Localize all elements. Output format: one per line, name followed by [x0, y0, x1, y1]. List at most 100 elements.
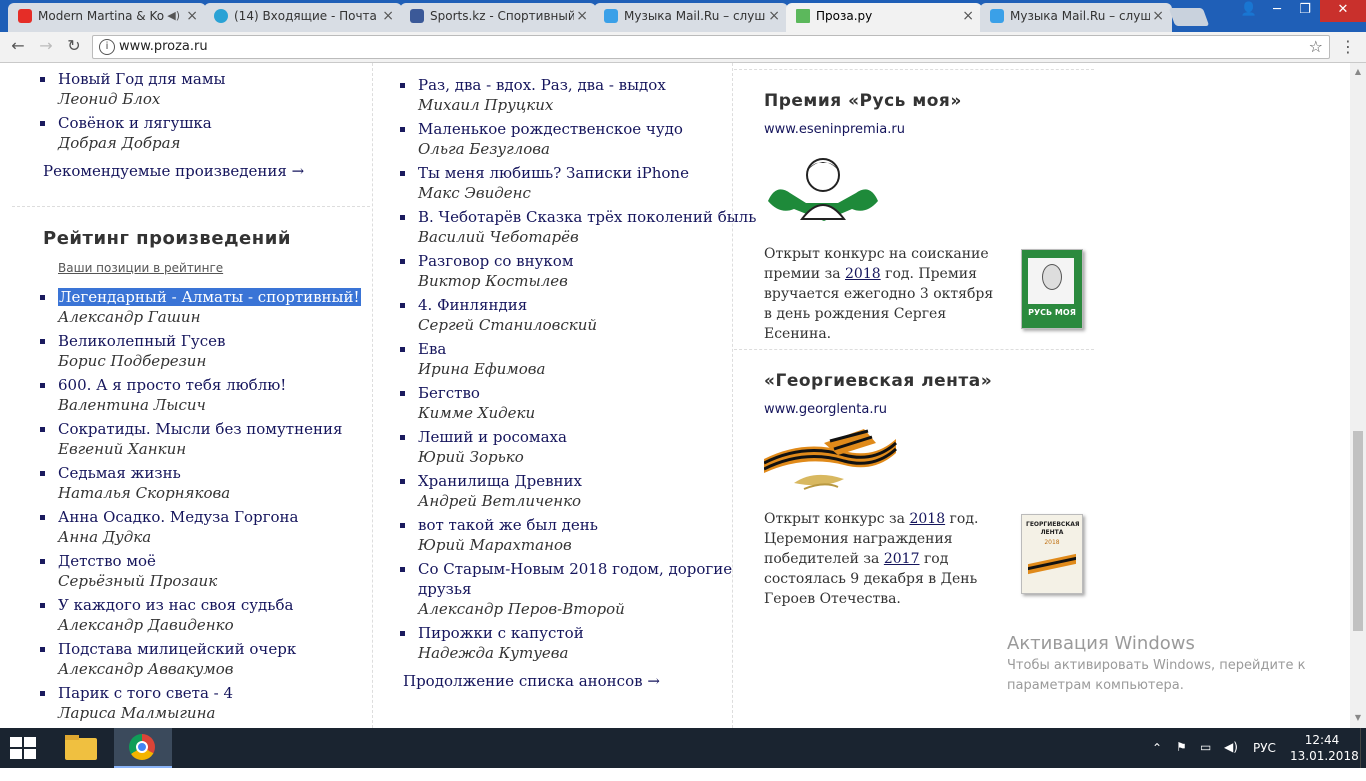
scroll-up-icon[interactable]: ▲: [1350, 65, 1366, 79]
work-title-link[interactable]: 600. А я просто тебя люблю!: [58, 375, 361, 395]
tab-close-icon[interactable]: ×: [768, 3, 780, 29]
book-cover-image[interactable]: РУСЬ МОЯ: [1021, 249, 1083, 329]
work-title-link[interactable]: Разговор со внуком: [418, 251, 756, 271]
scroll-thumb[interactable]: [1353, 431, 1363, 631]
rating-positions-link[interactable]: Ваши позиции в рейтинге: [58, 261, 223, 275]
work-author-link[interactable]: Александр Перов-Второй: [418, 599, 756, 619]
work-author-link[interactable]: Юрий Зорько: [418, 447, 756, 467]
url-text[interactable]: www.proza.ru: [119, 39, 208, 54]
forward-button[interactable]: →: [36, 36, 56, 56]
minimize-button[interactable]: ─: [1262, 0, 1292, 22]
bookmark-star-icon[interactable]: ☆: [1309, 37, 1323, 56]
work-title-link[interactable]: Совёнок и лягушка: [58, 113, 225, 133]
work-title-link[interactable]: Раз, два - вдох. Раз, два - выдох: [418, 75, 756, 95]
work-title-link[interactable]: Седьмая жизнь: [58, 463, 361, 483]
work-title-link[interactable]: 4. Финляндия: [418, 295, 756, 315]
work-title-link[interactable]: Детство моё: [58, 551, 361, 571]
back-button[interactable]: ←: [8, 36, 28, 56]
work-title-link[interactable]: Парик с того света - 4: [58, 683, 361, 703]
prize-url-link[interactable]: www.georglenta.ru: [764, 402, 887, 417]
tab-close-icon[interactable]: ×: [1152, 3, 1164, 29]
show-desktop-button[interactable]: [1360, 728, 1366, 768]
file-explorer-icon[interactable]: [52, 728, 110, 768]
work-author-link[interactable]: Леонид Блох: [58, 89, 225, 109]
work-author-link[interactable]: Михаил Пруцких: [418, 95, 756, 115]
tab-music-1[interactable]: Музыка Mail.Ru – слуша ×: [594, 3, 788, 32]
taskbar-clock[interactable]: 12:44 13.01.2018: [1290, 732, 1359, 764]
tab-proza[interactable]: Проза.ру ×: [786, 3, 982, 32]
info-icon[interactable]: i: [99, 39, 115, 55]
work-title-link[interactable]: Сократиды. Мысли без помутнения: [58, 419, 361, 439]
work-author-link[interactable]: Кимме Хидеки: [418, 403, 756, 423]
work-author-link[interactable]: Виктор Костылев: [418, 271, 756, 291]
work-author-link[interactable]: Борис Подберезин: [58, 351, 361, 371]
tab-close-icon[interactable]: ×: [186, 3, 198, 29]
book-cover-image[interactable]: ГЕОРГИЕВСКАЯ ЛЕНТА 2018: [1021, 514, 1083, 594]
new-tab-button[interactable]: [1168, 8, 1210, 26]
work-title-link[interactable]: В. Чеботарёв Сказка трёх поколений быль: [418, 207, 756, 227]
tab-close-icon[interactable]: ×: [962, 3, 974, 29]
work-author-link[interactable]: Макс Эвиденс: [418, 183, 756, 203]
work-title-link[interactable]: Бегство: [418, 383, 756, 403]
reload-button[interactable]: ↻: [64, 36, 84, 56]
work-author-link[interactable]: Наталья Скорнякова: [58, 483, 361, 503]
year-link[interactable]: 2018: [845, 266, 881, 282]
prize-url-link[interactable]: www.eseninpremia.ru: [764, 122, 905, 137]
page-scrollbar[interactable]: ▲ ▼: [1350, 63, 1366, 728]
work-author-link[interactable]: Александр Давиденко: [58, 615, 361, 635]
work-author-link[interactable]: Лариса Малмыгина: [58, 703, 361, 723]
work-author-link[interactable]: Добрая Добрая: [58, 133, 225, 153]
work-title-link[interactable]: Легендарный - Алматы - спортивный!: [58, 288, 361, 306]
tab-mail[interactable]: (14) Входящие - Почта M ×: [204, 3, 402, 32]
work-author-link[interactable]: Юрий Марахтанов: [418, 535, 756, 555]
tab-close-icon[interactable]: ×: [576, 3, 588, 29]
work-author-link[interactable]: Ирина Ефимова: [418, 359, 756, 379]
network-icon[interactable]: ▭: [1200, 740, 1211, 780]
work-title-link[interactable]: Хранилища Древних: [418, 471, 756, 491]
work-title-link[interactable]: Пирожки с капустой: [418, 623, 756, 643]
chrome-icon[interactable]: [114, 728, 172, 768]
work-author-link[interactable]: Анна Дудка: [58, 527, 361, 547]
browser-menu-button[interactable]: ⋮: [1340, 37, 1356, 57]
tab-music-2[interactable]: Музыка Mail.Ru – слуша ×: [980, 3, 1172, 32]
work-author-link[interactable]: Александр Аввакумов: [58, 659, 361, 679]
recommended-works-link[interactable]: Рекомендуемые произведения →: [43, 162, 304, 180]
restore-button[interactable]: ❐: [1290, 0, 1320, 22]
tab-close-icon[interactable]: ×: [382, 3, 394, 29]
work-author-link[interactable]: Сергей Станиловский: [418, 315, 756, 335]
tray-flag-icon[interactable]: ⚑: [1176, 740, 1187, 780]
address-bar[interactable]: i www.proza.ru ☆: [92, 35, 1330, 59]
work-title-link[interactable]: У каждого из нас своя судьба: [58, 595, 361, 615]
work-title-link[interactable]: Ты меня любишь? Записки iPhone: [418, 163, 756, 183]
work-title-link[interactable]: Леший и росомаха: [418, 427, 756, 447]
work-title-link[interactable]: Великолепный Гусев: [58, 331, 361, 351]
more-announcements-link[interactable]: Продолжение списка анонсов →: [403, 672, 660, 690]
work-author-link[interactable]: Надежда Кутуева: [418, 643, 756, 663]
work-author-link[interactable]: Валентина Лысич: [58, 395, 361, 415]
work-title-link[interactable]: Маленькое рождественское чудо: [418, 119, 756, 139]
work-title-link[interactable]: вот такой же был день: [418, 515, 756, 535]
windows-start-icon[interactable]: [10, 737, 38, 759]
close-window-button[interactable]: ✕: [1320, 0, 1366, 22]
work-author-link[interactable]: Андрей Ветличенко: [418, 491, 756, 511]
language-indicator[interactable]: РУС: [1253, 741, 1276, 781]
work-title-link[interactable]: Анна Осадко. Медуза Горгона: [58, 507, 361, 527]
work-author-link[interactable]: Серьёзный Прозаик: [58, 571, 361, 591]
scroll-down-icon[interactable]: ▼: [1350, 711, 1366, 725]
work-author-link[interactable]: Евгений Ханкин: [58, 439, 361, 459]
user-icon[interactable]: 👤: [1234, 0, 1264, 22]
tab-youtube[interactable]: Modern Martina & Ko ◀) ×: [8, 3, 206, 32]
work-title-link[interactable]: Ева: [418, 339, 756, 359]
esenin-prize-logo[interactable]: [766, 153, 880, 225]
year-link[interactable]: 2017: [884, 551, 920, 567]
work-author-link[interactable]: Ольга Безуглова: [418, 139, 756, 159]
tray-chevron-icon[interactable]: ⌃: [1152, 741, 1162, 781]
work-author-link[interactable]: Василий Чеботарёв: [418, 227, 756, 247]
work-title-link-continued[interactable]: друзья: [418, 579, 756, 599]
st-george-ribbon-logo[interactable]: [764, 429, 898, 495]
work-title-link[interactable]: Новый Год для мамы: [58, 69, 225, 89]
work-title-link[interactable]: Подстава милицейский очерк: [58, 639, 361, 659]
work-title-link[interactable]: Со Старым-Новым 2018 годом, дорогие: [418, 559, 756, 579]
volume-icon[interactable]: ◀): [1224, 740, 1238, 780]
year-link[interactable]: 2018: [909, 511, 945, 527]
